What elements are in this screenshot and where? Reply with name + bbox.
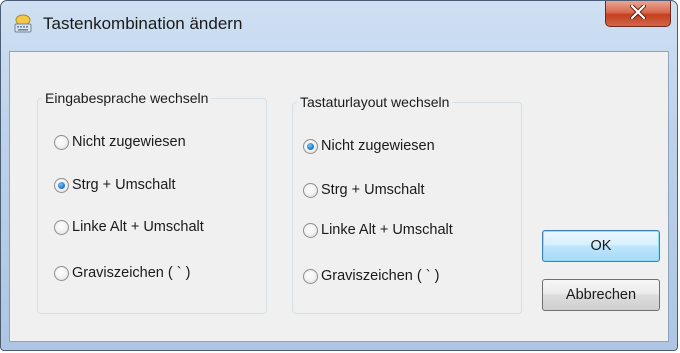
radio-input-grave-accent[interactable]: Graviszeichen ( ` )	[54, 265, 190, 281]
close-icon	[630, 4, 646, 22]
dialog-window: Tastenkombination ändern Eingabesprache …	[0, 0, 678, 351]
radio-label: Strg + Umschalt	[321, 182, 425, 198]
window-title: Tastenkombination ändern	[43, 14, 243, 33]
ok-button[interactable]: OK	[542, 230, 660, 262]
close-button[interactable]	[605, 1, 671, 27]
radio-button[interactable]	[303, 182, 318, 198]
radio-button[interactable]	[303, 268, 318, 284]
radio-button[interactable]	[54, 265, 69, 281]
radio-input-ctrl-shift[interactable]: Strg + Umschalt	[54, 177, 176, 193]
radio-label: Strg + Umschalt	[72, 177, 176, 193]
radio-input-left-alt-shift[interactable]: Linke Alt + Umschalt	[54, 219, 204, 235]
keyboard-icon	[13, 14, 33, 34]
group-input-language-legend: Eingabesprache wechseln	[45, 90, 209, 106]
radio-label: Nicht zugewiesen	[72, 134, 186, 150]
radio-button[interactable]	[54, 219, 69, 235]
radio-label: Graviszeichen ( ` )	[72, 265, 191, 281]
cancel-button[interactable]: Abbrechen	[542, 279, 660, 311]
radio-button-selected[interactable]	[303, 138, 318, 154]
radio-input-not-assigned[interactable]: Nicht zugewiesen	[54, 134, 186, 150]
radio-label: Linke Alt + Umschalt	[72, 219, 204, 235]
title-bar[interactable]: Tastenkombination ändern	[1, 1, 677, 51]
radio-layout-left-alt-shift[interactable]: Linke Alt + Umschalt	[303, 222, 453, 238]
dialog-client-area: Eingabesprache wechseln Nicht zugewiesen…	[9, 51, 669, 342]
group-keyboard-layout-legend: Tastaturlayout wechseln	[300, 94, 450, 110]
radio-label: Nicht zugewiesen	[321, 138, 435, 154]
radio-layout-grave-accent[interactable]: Graviszeichen ( ` )	[303, 268, 439, 284]
radio-layout-not-assigned[interactable]: Nicht zugewiesen	[303, 138, 435, 154]
radio-label: Graviszeichen ( ` )	[321, 268, 440, 284]
radio-button[interactable]	[303, 222, 318, 238]
radio-label: Linke Alt + Umschalt	[321, 222, 453, 238]
radio-button-selected[interactable]	[54, 177, 69, 193]
radio-layout-ctrl-shift[interactable]: Strg + Umschalt	[303, 182, 425, 198]
radio-button[interactable]	[54, 134, 69, 150]
